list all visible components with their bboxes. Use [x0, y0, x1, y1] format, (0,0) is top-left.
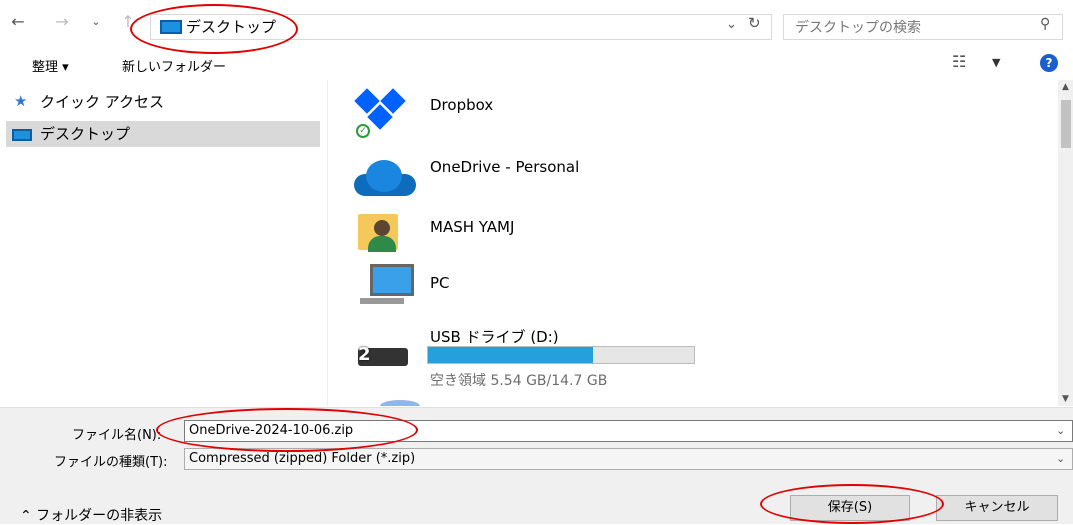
star-icon: ★	[14, 92, 28, 110]
nav-item-desktop[interactable]: デスクトップ	[6, 121, 320, 147]
filetype-dropdown-icon[interactable]: ⌄	[1056, 452, 1065, 465]
hide-folders-toggle[interactable]: ⌃ フォルダーの非表示	[20, 505, 162, 525]
synced-check-icon: ✓	[356, 124, 370, 138]
annotation-circle-save	[760, 484, 944, 524]
computer-icon	[370, 264, 414, 296]
forward-arrow-icon[interactable]: →	[52, 12, 72, 32]
file-list: ✓ Dropbox OneDrive - Personal MASH YAMJ …	[340, 80, 1058, 406]
item-name: MASH YAMJ	[430, 218, 515, 236]
cancel-button[interactable]: キャンセル	[936, 495, 1058, 521]
list-item[interactable]: ✓ Dropbox	[340, 80, 1040, 142]
nav-item-quick-access[interactable]: クイック アクセス	[6, 89, 320, 115]
refresh-icon[interactable]: ↻	[748, 14, 761, 32]
filename-label: ファイル名(N):	[72, 428, 162, 443]
view-dropdown-icon[interactable]: ▼	[992, 56, 1000, 69]
annotation-circle-address	[130, 4, 298, 54]
search-placeholder: デスクトップの検索	[795, 20, 921, 36]
item-name: OneDrive - Personal	[430, 158, 580, 176]
filetype-label: ファイルの種類(T):	[54, 455, 168, 470]
scroll-down-icon[interactable]: ▼	[1062, 394, 1069, 404]
annotation-circle-filename	[156, 408, 418, 452]
recent-locations-chevron-icon[interactable]: ⌄	[86, 12, 106, 32]
view-options-icon[interactable]: ☷	[952, 52, 966, 71]
list-item[interactable]: PC	[340, 260, 1040, 316]
search-icon[interactable]: ⚲	[1040, 16, 1050, 32]
scroll-up-icon[interactable]: ▲	[1062, 82, 1069, 92]
network-icon	[380, 400, 420, 406]
scrollbar-thumb[interactable]	[1061, 100, 1071, 148]
list-item[interactable]: MASH YAMJ	[340, 198, 1040, 258]
new-folder-button[interactable]: 新しいフォルダー	[122, 56, 226, 75]
desktop-icon	[12, 129, 32, 141]
organize-menu-button[interactable]: 整理 ▾	[32, 56, 69, 75]
back-arrow-icon[interactable]: ←	[8, 12, 28, 32]
list-item[interactable]: OneDrive - Personal	[340, 142, 1040, 198]
list-item[interactable]: 2 USB ドライブ (D:) 空き領域 5.54 GB/14.7 GB	[340, 318, 1040, 390]
filename-dropdown-icon[interactable]: ⌄	[1056, 424, 1065, 437]
address-dropdown-icon[interactable]: ⌄	[726, 17, 737, 32]
drive-usage-bar	[427, 346, 695, 364]
item-name: PC	[430, 274, 450, 292]
item-name: USB ドライブ (D:)	[430, 328, 559, 346]
help-icon[interactable]: ?	[1040, 54, 1058, 72]
free-space-text: 空き領域 5.54 GB/14.7 GB	[430, 373, 608, 389]
item-name: Dropbox	[430, 96, 494, 114]
